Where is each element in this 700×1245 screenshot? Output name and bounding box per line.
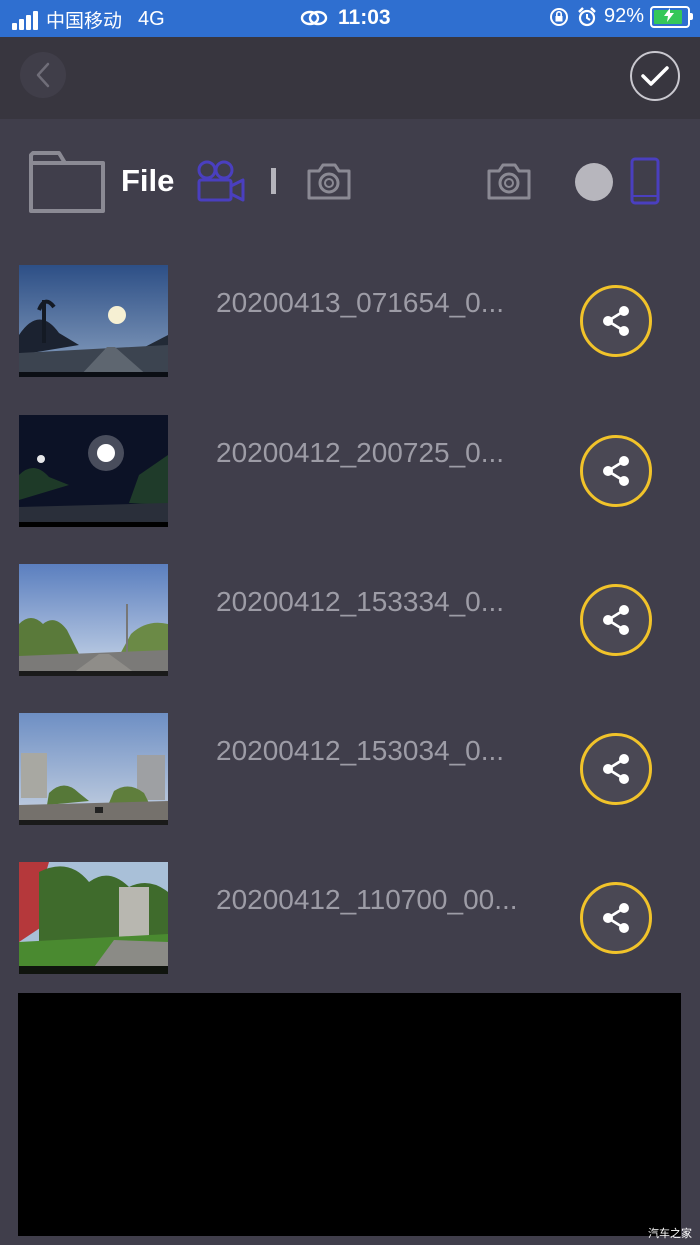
video-camera-icon[interactable] (196, 159, 246, 203)
file-name[interactable]: 20200412_153034_0... (216, 735, 546, 767)
file-toolbar: File (0, 119, 700, 239)
file-row[interactable]: 20200412_110700_00... (0, 852, 700, 982)
battery-percent: 92% (603, 5, 644, 27)
confirm-button[interactable] (630, 51, 680, 101)
share-button[interactable] (580, 733, 652, 805)
video-thumbnail[interactable] (19, 862, 168, 974)
back-chevron-icon (36, 62, 50, 88)
signal-icon (12, 10, 38, 30)
video-thumbnail[interactable] (19, 564, 168, 676)
video-preview-area[interactable] (18, 993, 681, 1236)
phone-icon[interactable] (630, 157, 660, 205)
share-icon (603, 903, 629, 933)
share-button[interactable] (580, 285, 652, 357)
toolbar-title: File (121, 163, 175, 198)
file-name[interactable]: 20200413_071654_0... (216, 287, 546, 319)
video-thumbnail[interactable] (19, 415, 168, 527)
file-row[interactable]: 20200412_200725_0... (0, 405, 700, 535)
status-bar: 中国移动 4G 11:03 92% (0, 0, 700, 37)
carrier-label: 中国移动 (46, 10, 123, 32)
toolbar-divider (271, 168, 276, 194)
folder-icon (29, 151, 105, 213)
share-icon (603, 754, 629, 784)
video-thumbnail[interactable] (19, 265, 168, 377)
alarm-icon (578, 6, 596, 26)
share-button[interactable] (580, 584, 652, 656)
share-icon (603, 456, 629, 486)
video-thumbnail[interactable] (19, 713, 168, 825)
file-name[interactable]: 20200412_110700_00... (216, 884, 546, 916)
file-row[interactable]: 20200412_153334_0... (0, 554, 700, 684)
file-row[interactable]: 20200412_153034_0... (0, 703, 700, 833)
nav-bar (0, 37, 700, 119)
back-button[interactable] (20, 52, 66, 98)
checkmark-icon (641, 66, 669, 86)
watermark: 汽车之家 (648, 1227, 692, 1240)
share-button[interactable] (580, 435, 652, 507)
battery-icon (650, 5, 693, 28)
file-name[interactable]: 20200412_200725_0... (216, 437, 546, 469)
status-time: 11:03 (338, 6, 391, 29)
file-row[interactable]: 20200413_071654_0... (0, 255, 700, 385)
toggle-dot[interactable] (575, 163, 613, 201)
network-label: 4G (138, 8, 165, 30)
share-button[interactable] (580, 882, 652, 954)
camera-icon[interactable] (306, 161, 352, 201)
share-icon (603, 306, 629, 336)
camera-icon[interactable] (486, 161, 532, 201)
link-icon (300, 10, 328, 26)
share-icon (603, 605, 629, 635)
rotation-lock-icon (549, 7, 568, 26)
file-name[interactable]: 20200412_153334_0... (216, 586, 546, 618)
